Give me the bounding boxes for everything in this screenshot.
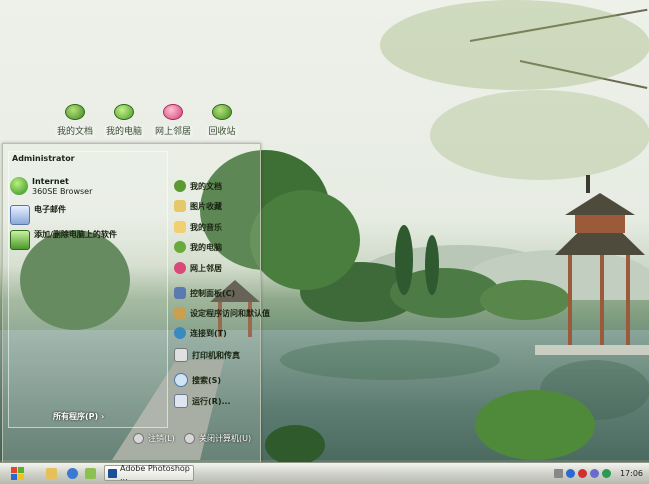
browser-icon[interactable] (67, 468, 78, 479)
menu-item-label: 控制面板(C) (190, 288, 236, 298)
taskbar-button-photoshop[interactable]: Adobe Photoshop ... (104, 464, 194, 482)
windows-logo-icon (11, 467, 17, 473)
logoff-button[interactable]: 注销(L) (133, 433, 175, 444)
desktop-icon-label: 我的文档 (54, 126, 95, 138)
messenger-icon[interactable] (601, 468, 611, 478)
menu-item-my-computer[interactable]: 我的电脑 (174, 241, 222, 253)
start-menu: Administrator Internet 360SE Browser 电子邮… (2, 143, 270, 463)
desktop-icon-my-documents[interactable]: 我的文档 (50, 104, 100, 138)
shutdown-label: 关闭计算机(U) (199, 434, 252, 443)
email-icon (10, 205, 30, 225)
menu-item-label: 我的音乐 (190, 222, 222, 232)
keyboard-icon[interactable] (554, 468, 563, 478)
control-panel-icon (174, 287, 186, 299)
shutdown-button[interactable]: 关闭计算机(U) (184, 433, 251, 444)
user-name: Administrator (12, 154, 75, 163)
taskbar-button-label: Adobe Photoshop ... (120, 464, 190, 482)
menu-item-program-defaults[interactable]: 设定程序访问和默认值 (174, 307, 270, 319)
antivirus-icon[interactable] (577, 468, 587, 478)
desktop-icon-label: 回收站 (206, 126, 238, 138)
desktop-icon-label: 网上邻居 (152, 126, 193, 138)
desktop-icon-my-computer[interactable]: 我的电脑 (99, 104, 149, 138)
menu-item-label: 图片收藏 (190, 201, 222, 211)
volume-icon[interactable] (589, 468, 599, 478)
my-pictures-icon (174, 200, 186, 212)
pinned-item-title: 添加/删除电脑上的软件 (34, 230, 117, 239)
menu-item-label: 运行(R)... (192, 396, 231, 406)
menu-item-control-panel[interactable]: 控制面板(C) (174, 287, 235, 299)
windows-logo-icon (11, 474, 17, 480)
all-programs-button[interactable]: 所有程序(P) › (53, 411, 104, 422)
menu-item-label: 设定程序访问和默认值 (190, 308, 270, 318)
pinned-item-subtitle: 360SE Browser (32, 187, 93, 196)
pinned-item-internet[interactable]: Internet 360SE Browser (10, 177, 92, 197)
menu-item-network-places[interactable]: 网上邻居 (174, 262, 222, 274)
windows-logo-icon (18, 474, 24, 480)
pinned-item-title: Internet (32, 177, 69, 186)
run-icon (174, 394, 188, 408)
my-computer-icon (114, 104, 134, 120)
pinned-item-add-remove[interactable]: 添加/删除电脑上的软件 (10, 230, 117, 250)
clock[interactable]: 17:06 (620, 469, 643, 478)
menu-item-run[interactable]: 运行(R)... (174, 394, 231, 408)
folder-icon[interactable] (85, 468, 96, 479)
menu-item-label: 我的文档 (190, 181, 222, 191)
network-places-icon (174, 262, 186, 274)
my-documents-icon (174, 180, 186, 192)
printers-icon (174, 348, 188, 362)
pinned-item-title: 电子邮件 (34, 205, 66, 214)
browser-icon (10, 177, 28, 195)
search-icon (174, 373, 188, 387)
program-defaults-icon (174, 307, 186, 319)
add-remove-software-icon (10, 230, 30, 250)
photoshop-icon (108, 468, 117, 478)
connect-to-icon (174, 327, 186, 339)
menu-item-label: 网上邻居 (190, 263, 222, 273)
desktop-icon-network-places[interactable]: 网上邻居 (148, 104, 198, 138)
desktop-icon-recycle-bin[interactable]: 回收站 (197, 104, 247, 138)
menu-item-my-pictures[interactable]: 图片收藏 (174, 200, 222, 212)
menu-item-my-music[interactable]: 我的音乐 (174, 221, 222, 233)
menu-item-label: 打印机和传真 (192, 350, 240, 360)
power-icon (184, 433, 195, 444)
logoff-label: 注销(L) (148, 434, 175, 443)
taskbar: Adobe Photoshop ... 17:06 (0, 462, 649, 484)
menu-item-label: 搜索(S) (192, 375, 222, 385)
my-documents-icon (65, 104, 85, 120)
start-button[interactable] (4, 465, 30, 482)
menu-item-connect-to[interactable]: 连接到(T) (174, 327, 227, 339)
menu-item-search[interactable]: 搜索(S) (174, 373, 221, 387)
chevron-right-icon: › (100, 412, 105, 421)
menu-item-printers[interactable]: 打印机和传真 (174, 348, 240, 362)
menu-item-label: 我的电脑 (190, 242, 222, 252)
system-tray: 17:06 (554, 464, 649, 482)
my-computer-icon (174, 241, 186, 253)
all-programs-label: 所有程序(P) (53, 412, 99, 421)
logoff-icon (133, 433, 144, 444)
pinned-item-email[interactable]: 电子邮件 (10, 205, 66, 225)
network-icon[interactable] (566, 468, 575, 478)
menu-item-my-documents[interactable]: 我的文档 (174, 180, 222, 192)
show-desktop-icon[interactable] (46, 468, 57, 479)
menu-item-label: 连接到(T) (190, 328, 227, 338)
recycle-bin-icon (212, 104, 232, 120)
network-places-icon (163, 104, 183, 120)
windows-logo-icon (18, 467, 24, 473)
my-music-icon (174, 221, 186, 233)
desktop-icon-label: 我的电脑 (103, 126, 144, 138)
